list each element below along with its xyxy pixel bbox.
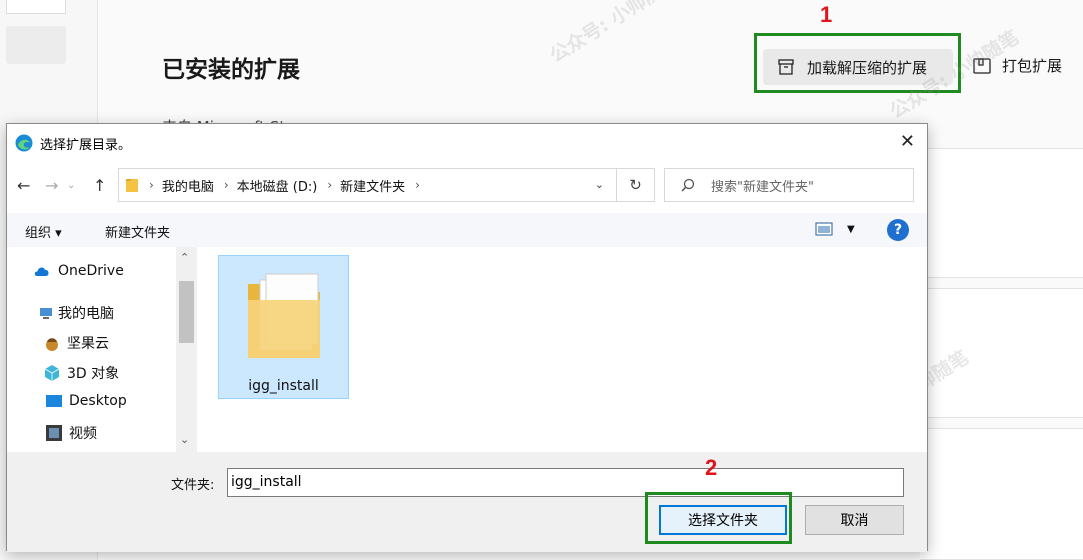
forward-arrow-icon[interactable]: → bbox=[45, 176, 58, 195]
close-icon[interactable]: ✕ bbox=[900, 132, 915, 152]
file-list-area: igg_install bbox=[197, 247, 927, 452]
step-number-2: 2 bbox=[705, 455, 718, 480]
extension-card bbox=[920, 428, 1083, 560]
search-box[interactable]: 搜索"新建文件夹" bbox=[664, 168, 914, 202]
chevron-right-icon: › bbox=[149, 178, 154, 192]
back-arrow-icon[interactable]: ← bbox=[17, 176, 30, 195]
nav-label: OneDrive bbox=[58, 263, 124, 279]
nut-icon bbox=[46, 338, 58, 351]
dialog-toolbar: 组织 ▾ 新建文件夹 ▼ ? bbox=[7, 213, 927, 247]
film-icon bbox=[46, 425, 62, 441]
refresh-icon[interactable]: ↻ bbox=[617, 168, 655, 202]
view-options-button[interactable]: ▼ bbox=[815, 222, 855, 236]
folder-icon bbox=[248, 273, 320, 358]
dialog-titlebar: 选择扩展目录。 ✕ bbox=[7, 124, 927, 162]
chevron-right-icon: › bbox=[327, 178, 333, 192]
folder-icon bbox=[126, 179, 138, 192]
cancel-button[interactable]: 取消 bbox=[805, 505, 904, 535]
chevron-down-icon[interactable]: ⌄ bbox=[180, 433, 189, 446]
nav-label: 视频 bbox=[69, 426, 97, 442]
folder-name-field[interactable]: igg_install bbox=[227, 468, 904, 497]
navigation-pane: OneDrive 我的电脑 坚果云 3D 对象 Desktop 视频 bbox=[7, 247, 197, 452]
breadcrumb-folder[interactable]: 新建文件夹 bbox=[340, 176, 405, 195]
address-bar[interactable]: › 我的电脑 › 本地磁盘 (D:) › 新建文件夹 › ⌄ bbox=[118, 168, 617, 202]
help-icon[interactable]: ? bbox=[887, 219, 909, 241]
highlight-box-step2 bbox=[645, 492, 792, 544]
nav-item-videos[interactable]: 视频 bbox=[45, 423, 97, 443]
cube-icon bbox=[44, 365, 60, 381]
chevron-up-icon[interactable]: ⌃ bbox=[180, 251, 189, 264]
nav-item-desktop[interactable]: Desktop bbox=[45, 393, 127, 409]
nav-label: 我的电脑 bbox=[58, 306, 114, 322]
computer-icon bbox=[40, 308, 52, 319]
search-placeholder: 搜索"新建文件夹" bbox=[711, 179, 814, 195]
new-folder-button[interactable]: 新建文件夹 bbox=[105, 222, 170, 241]
page-title: 已安装的扩展 bbox=[162, 57, 300, 83]
pack-extension-label: 打包扩展 bbox=[1002, 57, 1063, 75]
screen: 已安装的扩展 来自 Microsoft Store 加载解压缩的扩展 打包扩展 … bbox=[0, 0, 1083, 560]
sidebar-stub bbox=[6, 0, 66, 14]
step-number-1: 1 bbox=[820, 2, 833, 27]
nav-item-nutstore[interactable]: 坚果云 bbox=[43, 333, 109, 353]
nav-item-computer[interactable]: 我的电脑 bbox=[39, 303, 114, 323]
edge-icon bbox=[15, 134, 33, 152]
folder-item[interactable]: igg_install bbox=[218, 255, 349, 399]
desktop-icon bbox=[46, 395, 62, 407]
breadcrumb-drive[interactable]: 本地磁盘 (D:) bbox=[237, 176, 318, 195]
sidebar-selected-item[interactable] bbox=[6, 26, 66, 64]
cloud-icon bbox=[34, 267, 49, 276]
nav-label: 3D 对象 bbox=[67, 366, 120, 382]
chevron-right-icon: › bbox=[415, 178, 420, 192]
chevron-right-icon: › bbox=[223, 178, 229, 192]
organize-button[interactable]: 组织 ▾ bbox=[25, 222, 62, 241]
nav-label: Desktop bbox=[69, 393, 127, 409]
view-icon bbox=[815, 222, 833, 236]
pack-extension-button[interactable]: 打包扩展 bbox=[972, 55, 1062, 76]
folder-picker-dialog: 选择扩展目录。 ✕ ← → ⌄ ↑ › 我的电脑 › 本地磁盘 (D:) › 新… bbox=[6, 123, 928, 552]
package-icon bbox=[973, 57, 991, 74]
nav-scrollbar[interactable]: ⌃ ⌄ bbox=[176, 247, 197, 452]
nav-item-onedrive[interactable]: OneDrive bbox=[33, 263, 124, 279]
extension-card bbox=[920, 148, 1083, 278]
extension-card bbox=[920, 288, 1083, 418]
nav-item-3d-objects[interactable]: 3D 对象 bbox=[43, 363, 119, 383]
dialog-title: 选择扩展目录。 bbox=[40, 137, 132, 153]
folder-field-label: 文件夹: bbox=[171, 478, 215, 493]
folder-name: igg_install bbox=[248, 378, 319, 394]
highlight-box-step1 bbox=[754, 33, 961, 93]
recent-dropdown-icon[interactable]: ⌄ bbox=[67, 180, 75, 191]
search-icon bbox=[681, 178, 695, 192]
nav-label: 坚果云 bbox=[67, 336, 109, 352]
address-dropdown-icon[interactable]: ⌄ bbox=[595, 178, 604, 191]
navigation-row: ← → ⌄ ↑ › 我的电脑 › 本地磁盘 (D:) › 新建文件夹 › ⌄ ↻… bbox=[7, 168, 927, 204]
scroll-thumb[interactable] bbox=[179, 281, 194, 343]
view-dropdown-icon: ▼ bbox=[847, 223, 855, 235]
up-arrow-icon[interactable]: ↑ bbox=[93, 176, 106, 195]
breadcrumb-computer[interactable]: 我的电脑 bbox=[162, 176, 214, 195]
